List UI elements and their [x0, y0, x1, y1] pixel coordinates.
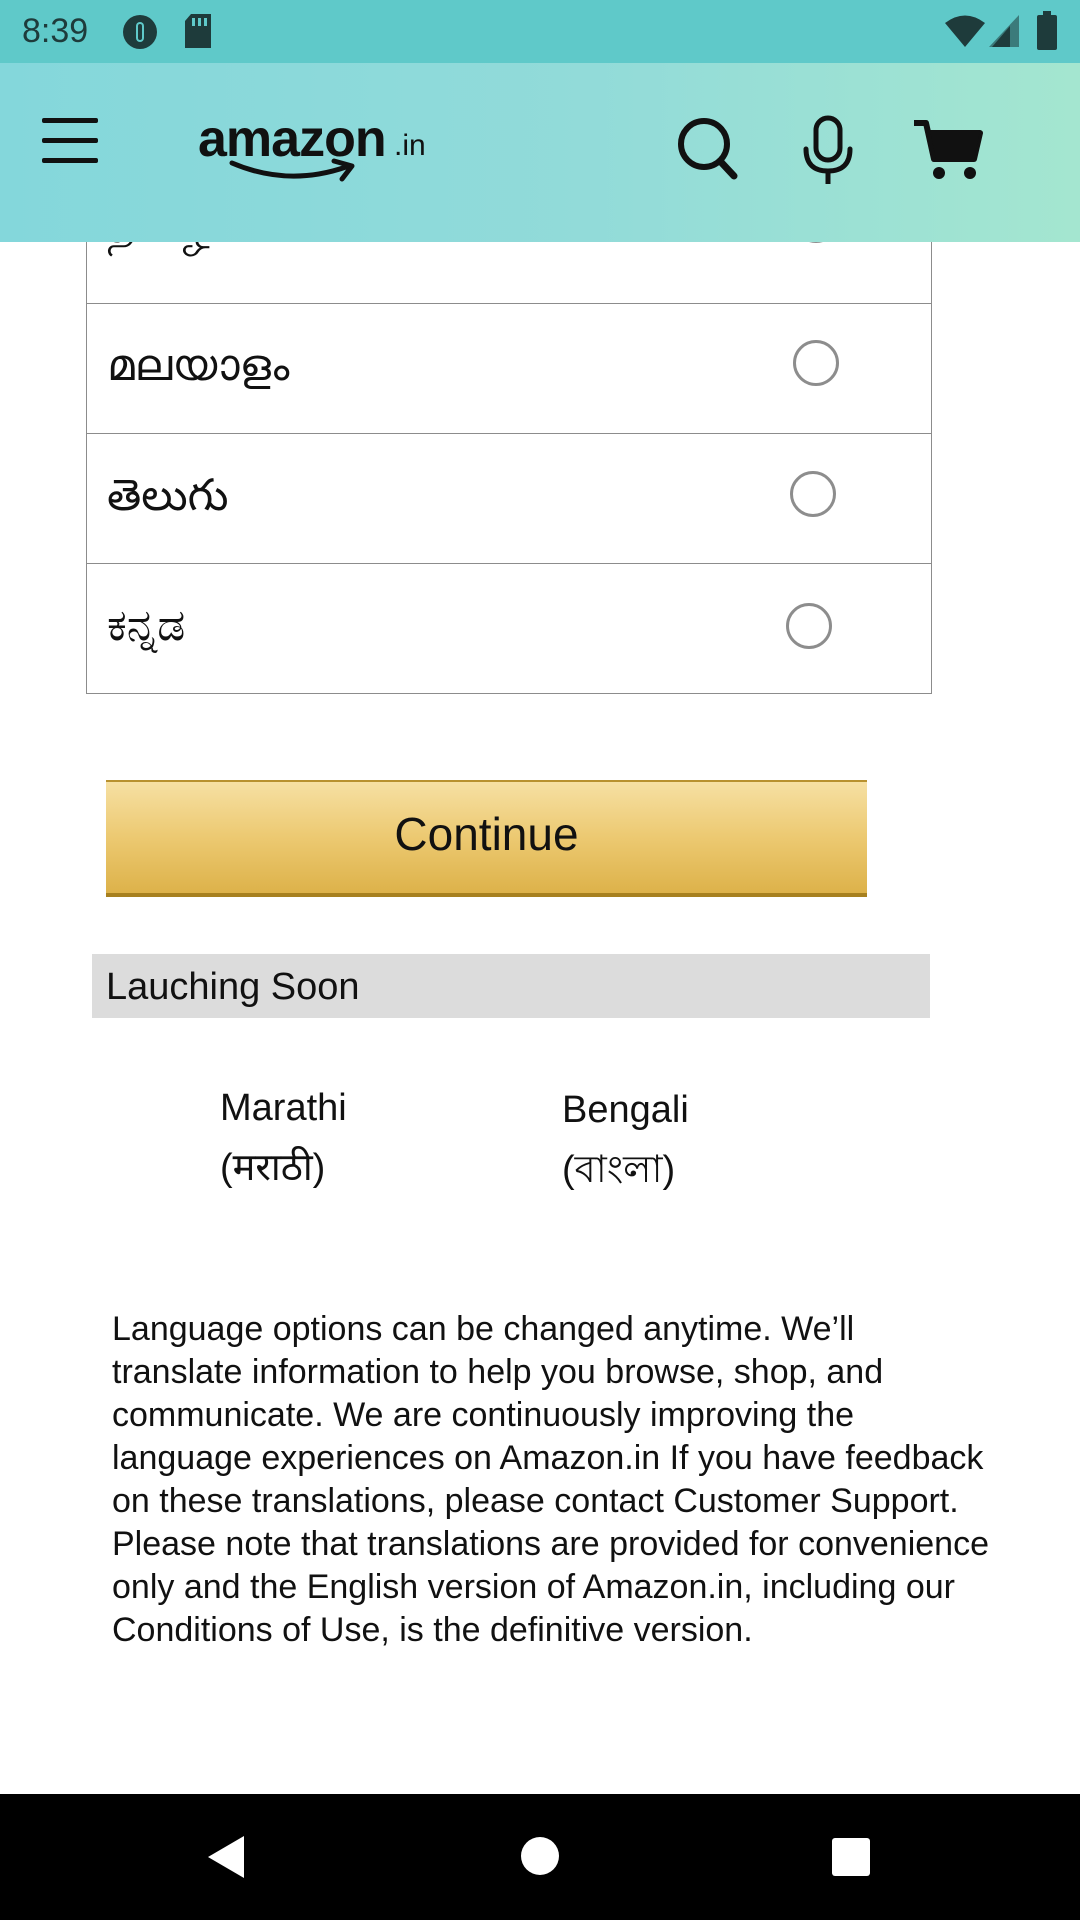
home-icon[interactable]: [520, 1836, 560, 1876]
sd-card-icon: [185, 14, 211, 48]
wifi-icon: [945, 15, 985, 47]
microphone-icon[interactable]: [800, 115, 856, 187]
language-option-tamil[interactable]: தமிழ்: [87, 242, 931, 303]
cart-icon[interactable]: [912, 117, 984, 183]
status-time: 8:39: [22, 12, 89, 50]
language-radio[interactable]: [790, 471, 836, 517]
language-disclaimer: Language options can be changed anytime.…: [112, 1310, 989, 1649]
language-name: മലയാളം: [107, 340, 290, 391]
recents-icon[interactable]: [831, 1837, 871, 1877]
language-option-telugu[interactable]: తెలుగు: [87, 433, 931, 563]
smile-arrow-icon: [229, 158, 355, 182]
app-header: amazon .in: [0, 63, 1080, 242]
menu-icon[interactable]: [42, 118, 102, 168]
back-icon[interactable]: [206, 1834, 246, 1880]
language-radio[interactable]: [786, 603, 832, 649]
logo-suffix: .in: [394, 129, 426, 162]
amazon-logo[interactable]: amazon .in: [198, 113, 438, 193]
soon-language-native: (বাংলা): [562, 1149, 676, 1191]
language-option-malayalam[interactable]: മലയാളം: [87, 303, 931, 433]
battery-icon: [1037, 11, 1057, 50]
launching-soon-label: Lauching Soon: [106, 966, 360, 1008]
language-radio[interactable]: [793, 242, 839, 243]
navigation-bar: [0, 1794, 1080, 1920]
language-list: தமிழ் മലയാളം తెలుగు ಕನ್ನಡ: [86, 242, 932, 694]
data-saver-icon: [123, 15, 157, 49]
language-radio[interactable]: [793, 340, 839, 386]
language-option-kannada[interactable]: ಕನ್ನಡ: [87, 563, 931, 693]
language-name: ಕನ್ನಡ: [107, 600, 186, 651]
search-icon[interactable]: [676, 116, 740, 182]
language-name: తెలుగు: [107, 470, 229, 521]
status-bar: 8:39: [0, 0, 1080, 63]
language-name: தமிழ்: [107, 242, 214, 255]
soon-language-marathi: Marathi (मराठी): [220, 1078, 347, 1198]
continue-button[interactable]: Continue: [106, 780, 867, 897]
cell-signal-icon: [989, 15, 1019, 47]
soon-language-name: Marathi: [220, 1087, 347, 1129]
launching-soon-header: Lauching Soon: [92, 954, 930, 1018]
soon-language-bengali: Bengali (বাংলা): [562, 1080, 689, 1200]
screen: 8:39 amazon .in മലയാളം తెలుగు ಕನ್ನಡ Cont…: [0, 0, 1080, 1920]
soon-language-name: Bengali: [562, 1089, 689, 1131]
page-content: தமிழ் മലയാളം తెలుగు ಕನ್ನಡ Continue Lauch…: [6, 242, 1074, 1794]
soon-language-native: (मराठी): [220, 1147, 326, 1189]
